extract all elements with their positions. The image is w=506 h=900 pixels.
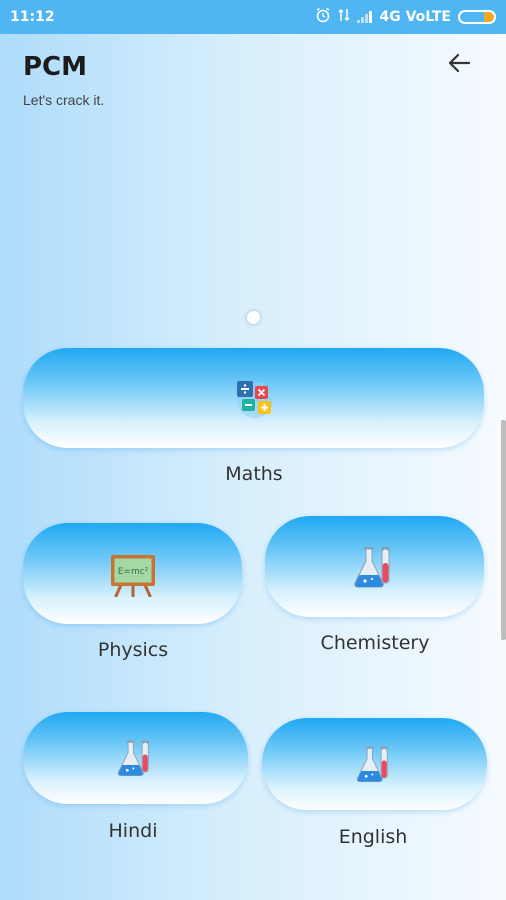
chalkboard-icon: E=mc² <box>110 554 155 597</box>
page-title: PCM <box>23 52 88 82</box>
subject-label-hindi: Hindi <box>108 820 158 842</box>
board-formula: E=mc² <box>117 567 148 577</box>
subject-label-physics: Physics <box>97 639 169 661</box>
page-indicator-dot <box>247 311 260 324</box>
subject-label-chemistery: Chemistery <box>320 632 430 654</box>
status-bar: 11:12 4G VoLTE <box>0 0 506 34</box>
clock: 11:12 <box>10 9 55 25</box>
back-button[interactable] <box>444 48 474 78</box>
page-subtitle: Let's crack it. <box>23 92 105 108</box>
lab-flask-icon <box>117 740 149 776</box>
subject-card-english[interactable] <box>262 718 487 810</box>
arrow-left-icon <box>448 53 471 73</box>
signal-icon <box>357 11 373 23</box>
lab-flask-icon <box>356 746 388 782</box>
battery-icon <box>458 10 496 24</box>
network-label: 4G VoLTE <box>379 9 451 25</box>
scrollbar[interactable] <box>501 420 506 640</box>
subject-card-maths[interactable] <box>23 348 484 448</box>
status-icons: 4G VoLTE <box>315 7 496 27</box>
math-operations-icon <box>236 381 273 418</box>
alarm-icon <box>315 7 331 27</box>
subject-label-maths: Maths <box>225 463 283 485</box>
subject-label-english: English <box>338 826 408 848</box>
subject-card-chemistery[interactable] <box>265 516 484 617</box>
subject-card-hindi[interactable] <box>23 712 248 804</box>
subject-card-physics[interactable]: E=mc² <box>23 523 242 624</box>
data-transfer-icon <box>338 8 351 26</box>
lab-flask-icon <box>353 546 390 587</box>
